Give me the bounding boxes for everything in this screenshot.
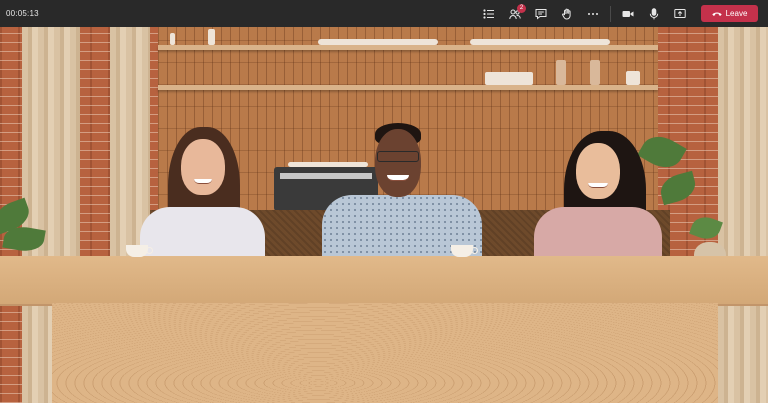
more-actions-button[interactable] <box>580 0 606 27</box>
face <box>181 139 225 195</box>
table-front <box>52 303 718 403</box>
coffee-cup <box>126 245 153 257</box>
microphone-button[interactable] <box>641 0 667 27</box>
shelf-cup-stack <box>485 72 533 85</box>
glasses <box>377 151 419 162</box>
upper-shelf <box>158 45 658 50</box>
shirt <box>140 207 265 259</box>
participants-badge: 2 <box>517 4 526 13</box>
chat-button[interactable] <box>528 0 554 27</box>
shelf-cups <box>318 39 438 45</box>
coffee-cup <box>451 245 478 257</box>
camera-button[interactable] <box>615 0 641 27</box>
smile <box>194 179 212 184</box>
shelf-bowls <box>470 39 610 45</box>
meeting-timer: 00:05:13 <box>6 9 39 18</box>
shelf-jar <box>626 71 640 85</box>
share-screen-button[interactable] <box>667 0 693 27</box>
meeting-controls: 2 Leave <box>476 0 758 27</box>
chat-icon <box>535 8 547 20</box>
toolbar-divider <box>610 5 611 22</box>
together-mode-scene <box>0 27 768 403</box>
shelf-vase <box>590 60 600 85</box>
smile <box>588 183 608 188</box>
face <box>375 129 421 197</box>
raise-hand-button[interactable] <box>554 0 580 27</box>
shirt <box>534 207 662 259</box>
participants-button[interactable]: 2 <box>502 0 528 27</box>
leave-label: Leave <box>725 9 748 18</box>
raise-hand-icon <box>562 8 571 20</box>
meeting-control-bar: 00:05:13 2 Leave <box>0 0 768 27</box>
share-screen-icon <box>674 8 686 18</box>
shelf-jar <box>170 33 175 45</box>
shelf-bottle <box>208 29 215 45</box>
lower-shelf <box>158 85 658 90</box>
list-icon <box>483 8 494 19</box>
curtain-right <box>718 27 768 403</box>
shelf-vase <box>556 60 566 85</box>
table-top <box>0 256 768 304</box>
leave-button[interactable]: Leave <box>701 5 758 22</box>
more-icon <box>588 12 598 15</box>
microphone-icon <box>649 7 659 19</box>
face <box>576 143 620 199</box>
smile <box>387 175 409 181</box>
meeting-notes-button[interactable] <box>476 0 502 27</box>
phone-hangup-icon <box>711 12 722 16</box>
camera-icon <box>622 10 634 17</box>
